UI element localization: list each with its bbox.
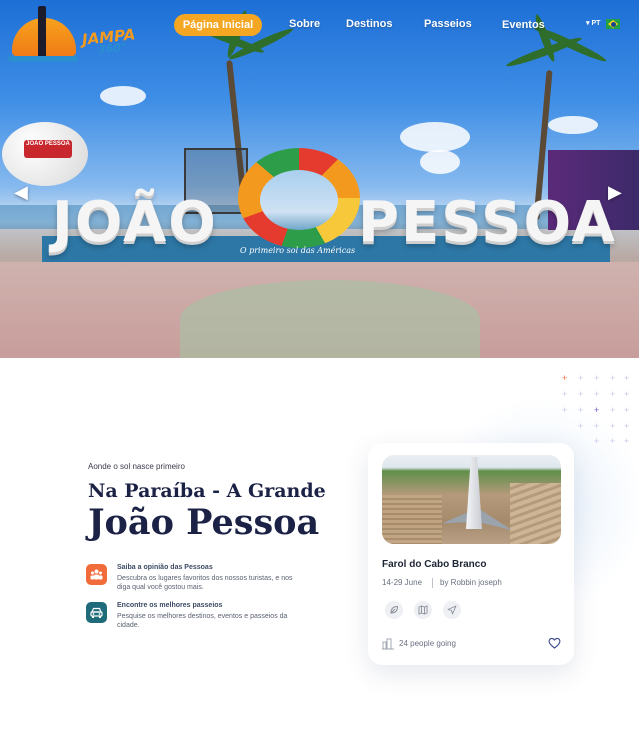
cloud	[400, 122, 470, 152]
language-selector[interactable]: ▾ PT	[586, 19, 600, 27]
brazil-flag-icon[interactable]	[606, 19, 620, 29]
image-stairs	[382, 495, 442, 544]
card-author: by Robbin joseph	[440, 578, 502, 587]
card-title[interactable]: Farol do Cabo Branco	[382, 559, 486, 570]
feature-description: Pesquise os melhores destinos, eventos e…	[117, 613, 288, 629]
leaf-icon[interactable]	[385, 601, 403, 619]
image-terrace	[510, 483, 561, 544]
balloon-logo: JOÃO PESSOA	[24, 140, 72, 158]
heart-icon[interactable]	[548, 637, 561, 649]
destination-card[interactable]: Farol do Cabo Branco 14-29 June by Robbi…	[368, 443, 574, 665]
nav-item-passeios[interactable]: Passeios	[424, 18, 472, 30]
cloud	[100, 86, 146, 106]
image-obelisk	[466, 457, 482, 529]
card-date: 14-29 June	[382, 578, 423, 587]
cloud	[420, 150, 460, 174]
feature-title: Encontre os melhores passeios	[117, 602, 223, 609]
slider-next-button[interactable]: ▶	[608, 182, 622, 203]
people-going-count: 24 people going	[399, 639, 456, 648]
sign-slogan: O primeiro sol das Américas	[240, 246, 356, 255]
intro-eyebrow: Aonde o sol nasce primeiro	[88, 462, 185, 471]
sign-ring-hole	[260, 170, 338, 230]
decorative-dot-grid: + + + + + + + + + + + + + + + + + + + + …	[562, 373, 630, 446]
site-logo[interactable]: JAMPA 360°	[8, 6, 148, 64]
car-icon	[86, 602, 107, 623]
crowd-icon	[86, 564, 107, 585]
cloud	[548, 116, 598, 134]
card-image	[382, 455, 561, 544]
slider-prev-button[interactable]: ◀	[14, 182, 28, 203]
intro-heading-line2: João Pessoa	[88, 502, 320, 543]
logo-subtext: 360°	[97, 40, 128, 57]
map-icon[interactable]	[414, 601, 432, 619]
nav-item-sobre[interactable]: Sobre	[289, 18, 320, 30]
logo-waves	[8, 56, 78, 62]
logo-tower	[38, 6, 46, 58]
feature-tours: Encontre os melhores passeios Pesquise o…	[86, 602, 306, 636]
divider	[432, 578, 433, 588]
nav-item-eventos[interactable]: Eventos	[502, 19, 545, 31]
building-icon	[382, 638, 394, 650]
sign-left-text: JOÃO	[52, 190, 218, 255]
feature-description: Descubra os lugares favoritos dos nossos…	[117, 575, 293, 591]
plaza-path	[180, 280, 480, 358]
nav-item-destinos[interactable]: Destinos	[346, 18, 392, 30]
intro-heading-line1: Na Paraíba - A Grande	[88, 480, 326, 502]
feature-title: Saiba a opinião das Pessoas	[117, 564, 213, 571]
feature-opinions: Saiba a opinião das Pessoas Descubra os …	[86, 564, 306, 598]
send-icon[interactable]	[443, 601, 461, 619]
nav-item-home[interactable]: Página Inicial	[174, 14, 262, 36]
sign-right-text: PESSOA	[358, 190, 617, 255]
